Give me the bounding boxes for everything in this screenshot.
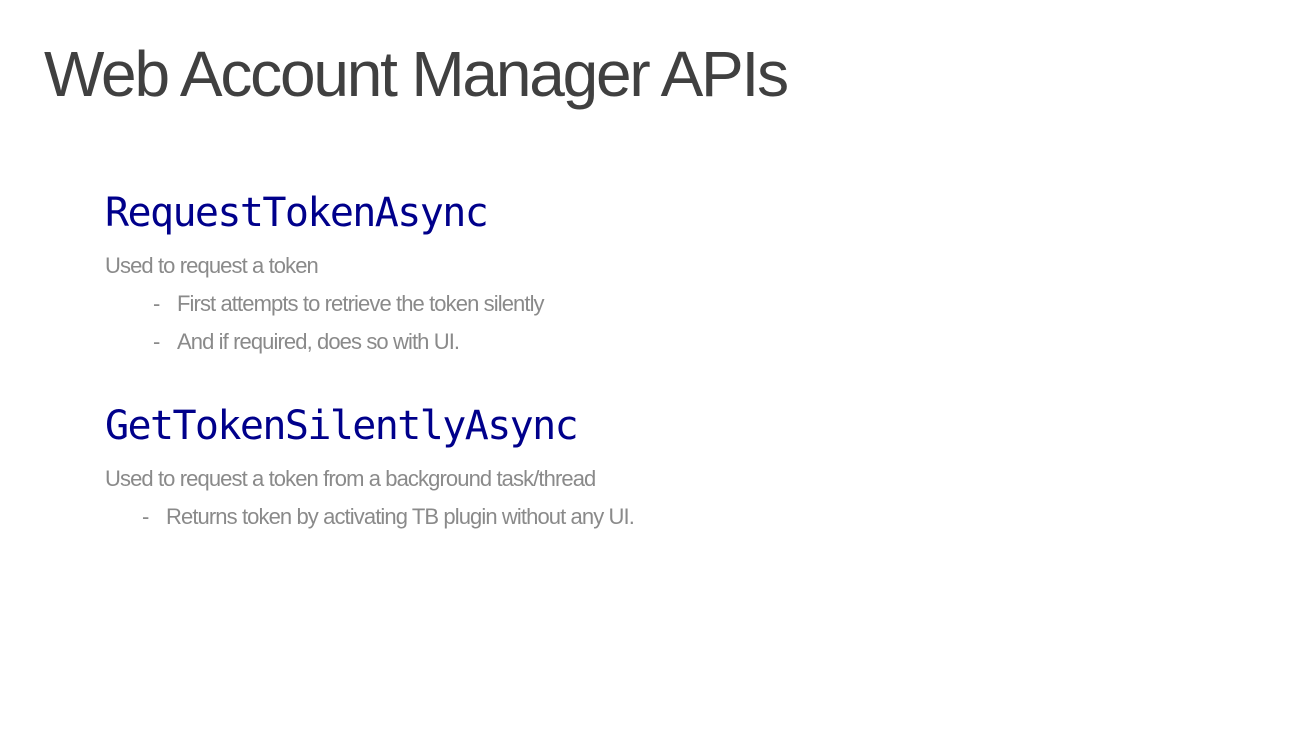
bullet-dash: - — [153, 291, 161, 316]
bullet-item: - First attempts to retrieve the token si… — [153, 290, 545, 318]
bullet-item: - And if required, does so with UI. — [153, 328, 460, 356]
bullet-dash: - — [153, 329, 161, 354]
api-name-request-token-async: RequestTokenAsync — [105, 190, 489, 236]
bullet-text: Returns token by activating TB plugin wi… — [166, 504, 635, 529]
api-name-get-token-silently-async: GetTokenSilentlyAsync — [105, 403, 579, 449]
api-description: Used to request a token — [105, 253, 319, 278]
api-description: Used to request a token from a backgroun… — [105, 466, 596, 491]
bullet-text: First attempts to retrieve the token sil… — [177, 291, 545, 316]
bullet-item: - Returns token by activating TB plugin w… — [142, 503, 635, 531]
bullet-text: And if required, does so with UI. — [177, 329, 460, 354]
slide-title: Web Account Manager APIs — [44, 38, 789, 110]
bullet-dash: - — [142, 504, 150, 529]
